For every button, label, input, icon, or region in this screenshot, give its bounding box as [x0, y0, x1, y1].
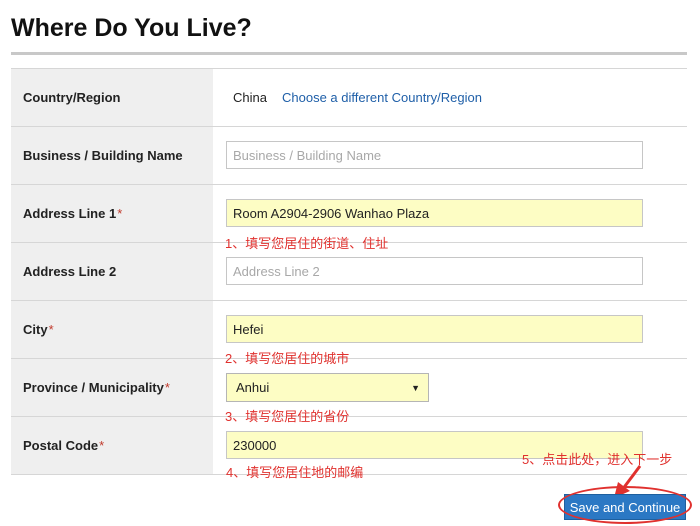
address1-input[interactable] — [226, 199, 643, 227]
row-country: Country/Region China Choose a different … — [11, 69, 687, 127]
postal-label: Postal Code * — [11, 417, 213, 474]
required-mark: * — [99, 438, 105, 453]
required-mark: * — [48, 322, 54, 337]
business-field-cell — [213, 127, 687, 184]
change-country-link[interactable]: Choose a different Country/Region — [282, 90, 482, 105]
title-divider — [11, 52, 687, 55]
page-title: Where Do You Live? — [11, 14, 252, 42]
address1-label: Address Line 1 * — [11, 185, 213, 242]
annotation-note-1: 1、填写您居住的街道、住址 — [225, 236, 389, 251]
row-business: Business / Building Name — [11, 127, 687, 185]
province-selected-value: Anhui — [236, 380, 270, 395]
province-label: Province / Municipality * — [11, 359, 213, 416]
country-field-cell: China Choose a different Country/Region — [213, 69, 687, 126]
business-label-text: Business / Building Name — [23, 148, 183, 163]
country-label: Country/Region — [11, 69, 213, 126]
address2-label: Address Line 2 — [11, 243, 213, 300]
triangle-down-icon: ▼ — [411, 382, 420, 393]
business-input[interactable] — [226, 141, 643, 169]
city-label-text: City — [23, 322, 48, 337]
postal-label-text: Postal Code — [23, 438, 99, 453]
country-value: China — [233, 90, 267, 105]
annotation-note-4: 4、填写您居住地的邮编 — [226, 465, 364, 480]
annotation-note-2: 2、填写您居住的城市 — [225, 351, 350, 366]
city-input[interactable] — [226, 315, 643, 343]
province-label-text: Province / Municipality — [23, 380, 164, 395]
annotation-note-3: 3、填写您居住的省份 — [225, 409, 350, 424]
save-and-continue-button[interactable]: Save and Continue — [564, 494, 686, 520]
address2-label-text: Address Line 2 — [23, 264, 117, 279]
city-label: City * — [11, 301, 213, 358]
address2-input[interactable] — [226, 257, 643, 285]
required-mark: * — [117, 206, 123, 221]
address1-label-text: Address Line 1 — [23, 206, 117, 221]
required-mark: * — [164, 380, 170, 395]
business-label: Business / Building Name — [11, 127, 213, 184]
province-select[interactable]: Anhui ▼ — [226, 373, 429, 402]
country-label-text: Country/Region — [23, 90, 121, 105]
